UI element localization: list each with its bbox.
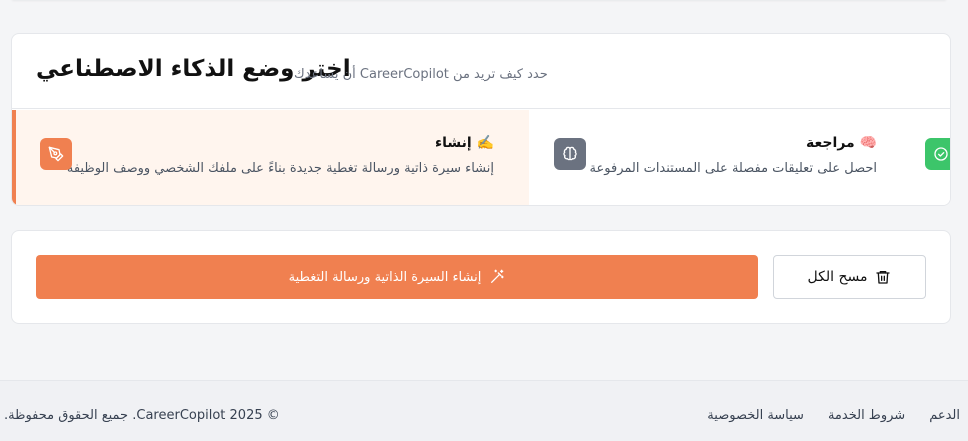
clear-all-label: مسح الكل — [807, 269, 868, 285]
footer-link-terms[interactable]: شروط الخدمة — [828, 408, 905, 423]
divider — [529, 205, 901, 206]
footer: © 2025 CareerCopilot. جميع الحقوق محفوظة… — [0, 380, 968, 441]
magic-wand-icon — [491, 269, 505, 283]
footer-link-support[interactable]: الدعم — [929, 408, 960, 423]
mode-option-create[interactable]: ✍️ إنشاء إنشاء سيرة ذاتية ورسالة تغطية ج… — [12, 110, 529, 205]
copyright: © 2025 CareerCopilot. جميع الحقوق محفوظة… — [4, 408, 280, 423]
trash-icon — [875, 269, 891, 285]
mode-options: ✍️ إنشاء إنشاء سيرة ذاتية ورسالة تغطية ج… — [12, 110, 950, 206]
generate-button-icon — [489, 269, 505, 285]
brain-icon — [554, 138, 586, 170]
clear-all-button[interactable]: مسح الكل — [773, 255, 926, 299]
mode-description: احصل على تعليقات مفصلة على المستندات الم… — [589, 161, 877, 176]
mode-option-third[interactable]: ق — [901, 110, 950, 205]
ai-mode-card: اختر وضع الذكاء الاصطناعي حدد كيف تريد م… — [11, 33, 951, 206]
mode-option-review[interactable]: 🧠 مراجعة احصل على تعليقات مفصلة على المس… — [529, 110, 901, 206]
footer-link-privacy[interactable]: سياسة الخصوصية — [707, 408, 804, 423]
card-header: اختر وضع الذكاء الاصطناعي حدد كيف تريد م… — [12, 34, 950, 109]
mode-name: ✍️ إنشاء — [434, 135, 494, 151]
footer-links: الدعم شروط الخدمة سياسة الخصوصية — [707, 408, 960, 423]
pen-tool-icon — [40, 138, 72, 170]
generate-button-label: إنشاء السيرة الذاتية ورسالة التغطية — [288, 269, 482, 285]
action-card: إنشاء السيرة الذاتية ورسالة التغطية مسح … — [11, 230, 951, 324]
mode-name: 🧠 مراجعة — [806, 135, 877, 151]
section-subtitle: حدد كيف تريد من CareerCopilot أن يساعدك — [294, 67, 548, 82]
mode-description: إنشاء سيرة ذاتية ورسالة تغطية جديدة بناء… — [66, 161, 494, 176]
check-circle-icon — [925, 138, 950, 170]
generate-button[interactable]: إنشاء السيرة الذاتية ورسالة التغطية — [36, 255, 758, 299]
